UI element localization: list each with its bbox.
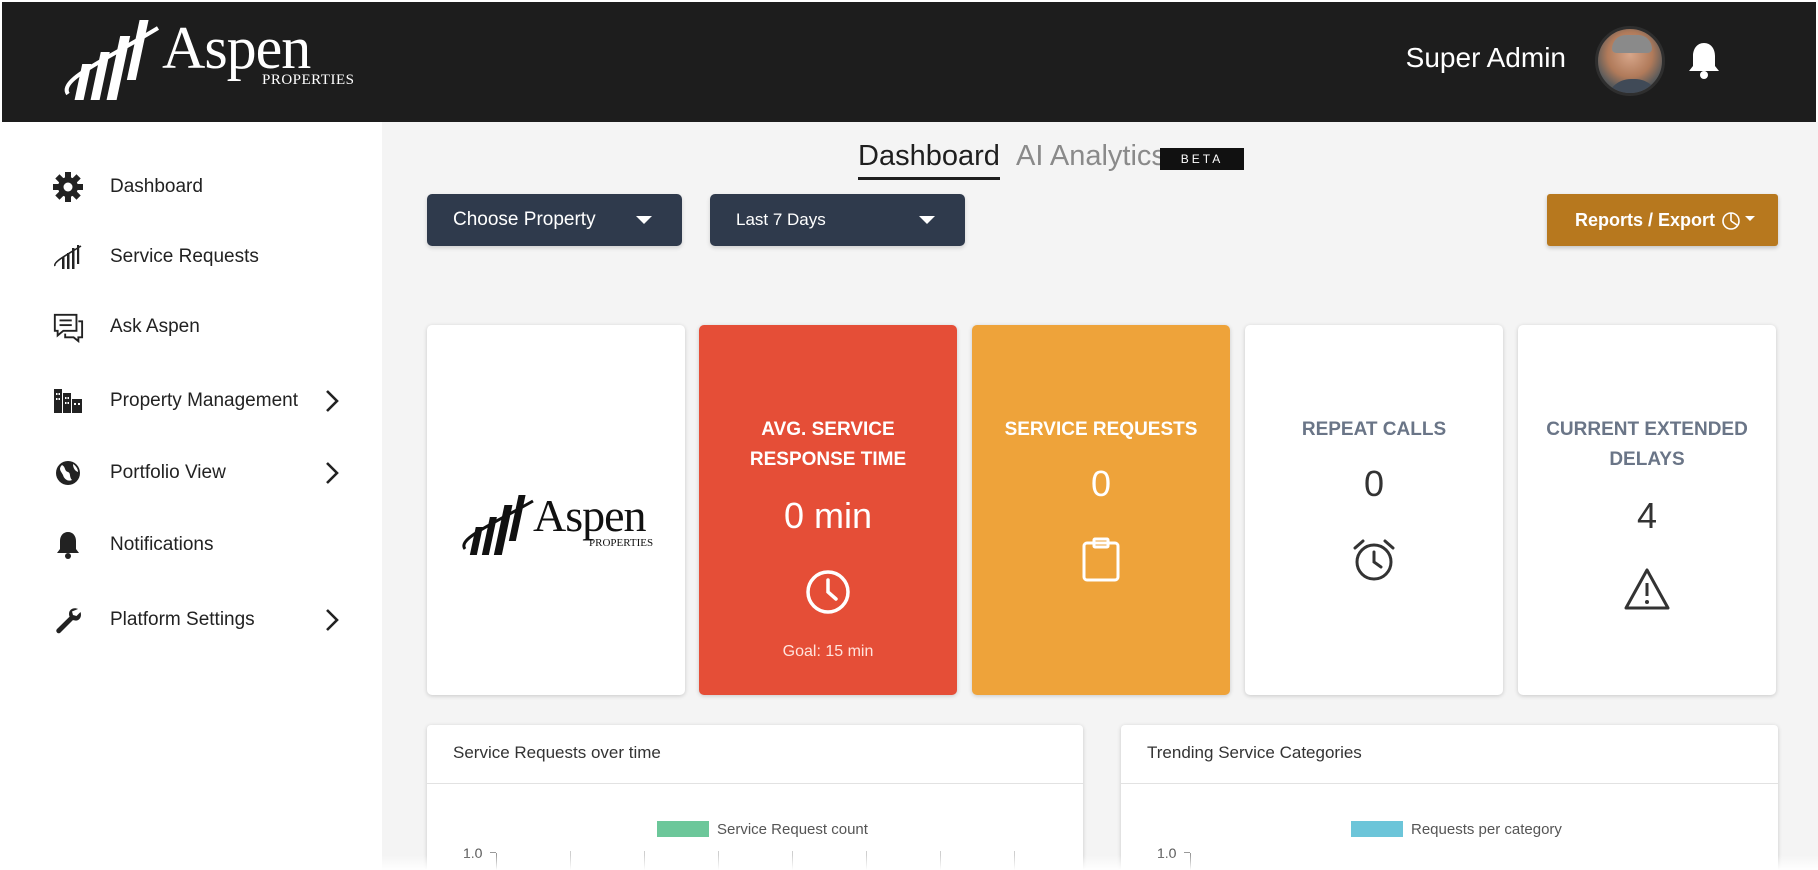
service-requests-over-time-panel: Service Requests over time Service Reque…	[427, 725, 1083, 870]
card-aspen-logo: Aspen PROPERTIES	[461, 493, 661, 557]
period-select[interactable]: Last 7 Days	[710, 194, 965, 246]
sidebar-item-label: Portfolio View	[110, 462, 226, 483]
reports-export-label: Reports / Export	[1575, 209, 1716, 230]
trending-service-categories-panel: Trending Service Categories Requests per…	[1121, 725, 1778, 870]
beta-badge: BETA	[1160, 148, 1244, 170]
clipboard-icon	[1082, 537, 1120, 582]
sidebar-item-notifications[interactable]: Notifications	[0, 520, 382, 570]
avatar-hair	[1612, 35, 1652, 53]
card-title: SERVICE REQUESTS	[1004, 419, 1198, 440]
legend-label: Service Request count	[717, 820, 868, 838]
aspen-logo[interactable]: Aspen PROPERTIES	[62, 15, 354, 106]
aspen-logo-mark-icon	[64, 20, 160, 100]
top-bar: Aspen PROPERTIES Super Admin	[2, 2, 1816, 122]
service-requests-card[interactable]: SERVICE REQUESTS 0	[972, 325, 1230, 695]
avatar-shirt	[1606, 79, 1660, 93]
card-title-line: DELAYS	[1609, 449, 1685, 470]
card-value: 4	[1636, 495, 1658, 536]
gear-icon	[52, 171, 84, 203]
property-select-value: Choose Property	[453, 209, 596, 230]
sidebar-item-label: Ask Aspen	[110, 316, 200, 337]
card-logo-text: Aspen	[533, 490, 647, 541]
property-select[interactable]: Choose Property	[427, 194, 682, 246]
legend-swatch	[1351, 821, 1403, 837]
sidebar-item-label: Property Management	[110, 390, 298, 411]
card-value: 0	[1363, 463, 1385, 504]
aspen-mark-icon	[52, 241, 84, 273]
card-value: 0	[1090, 463, 1112, 504]
card-logo-subtext: PROPERTIES	[589, 537, 654, 549]
wrench-icon	[52, 604, 84, 636]
pie-chart-icon	[1722, 212, 1740, 230]
card-title-line: CURRENT EXTENDED	[1546, 419, 1748, 440]
chart-legend[interactable]: Requests per category	[1351, 820, 1562, 838]
chat-icon	[52, 311, 84, 343]
legend-swatch	[657, 821, 709, 837]
card-title: REPEAT CALLS	[1301, 419, 1447, 440]
panel-title: Service Requests over time	[453, 743, 661, 762]
legend-label: Requests per category	[1411, 820, 1562, 838]
bell-icon[interactable]	[1687, 40, 1721, 80]
sidebar-item-label: Platform Settings	[110, 609, 255, 630]
sidebar-item-label: Notifications	[110, 534, 214, 555]
chevron-right-icon	[320, 386, 344, 416]
card-title-line: AVG. SERVICE	[761, 419, 895, 440]
caret-down-icon	[1745, 216, 1755, 221]
tab-dashboard[interactable]: Dashboard	[858, 140, 1000, 180]
sidebar-item-ask-aspen[interactable]: Ask Aspen	[0, 302, 382, 352]
alarm-clock-icon	[1353, 539, 1395, 581]
repeat-calls-card[interactable]: REPEAT CALLS 0	[1245, 325, 1503, 695]
buildings-icon	[52, 385, 84, 417]
globe-icon	[52, 457, 84, 489]
tab-ai-analytics[interactable]: AI Analytics	[1016, 140, 1166, 173]
sidebar-item-portfolio-view[interactable]: Portfolio View	[0, 448, 382, 498]
sidebar-item-label: Dashboard	[110, 176, 203, 197]
sidebar: Dashboard Service Requests Ask Aspen Pro…	[0, 122, 382, 870]
sidebar-item-property-management[interactable]: Property Management	[0, 376, 382, 426]
caret-down-icon	[919, 216, 935, 224]
logo-text: Aspen	[162, 15, 311, 81]
clock-icon	[806, 570, 850, 614]
logo-subtext: PROPERTIES	[262, 72, 355, 88]
chevron-right-icon	[320, 605, 344, 635]
panel-title: Trending Service Categories	[1147, 743, 1362, 762]
app-frame: Aspen PROPERTIES Super Admin Dashboard S…	[0, 0, 1818, 870]
aspen-logo-mark-icon	[462, 495, 534, 555]
sidebar-item-dashboard[interactable]: Dashboard	[0, 162, 382, 212]
user-name[interactable]: Super Admin	[1406, 42, 1566, 74]
panel-divider	[1121, 783, 1778, 784]
sidebar-item-service-requests[interactable]: Service Requests	[0, 232, 382, 282]
avg-response-card[interactable]: AVG. SERVICE RESPONSE TIME 0 min Goal: 1…	[699, 325, 957, 695]
avatar[interactable]	[1595, 26, 1665, 96]
sidebar-item-label: Service Requests	[110, 246, 259, 267]
main-content: Dashboard AI Analytics BETA Choose Prope…	[382, 122, 1818, 870]
warning-icon	[1624, 568, 1670, 610]
period-select-value: Last 7 Days	[736, 210, 826, 229]
logo-card: Aspen PROPERTIES	[427, 325, 685, 695]
card-title: CURRENT EXTENDED DELAYS	[1518, 415, 1776, 475]
bottom-fade	[0, 855, 1818, 870]
reports-export-button[interactable]: Reports / Export	[1547, 194, 1778, 246]
bell-icon	[52, 529, 84, 561]
caret-down-icon	[636, 216, 652, 224]
card-title-line: RESPONSE TIME	[749, 449, 907, 470]
chevron-right-icon	[320, 458, 344, 488]
card-title: AVG. SERVICE RESPONSE TIME	[699, 415, 957, 475]
extended-delays-card[interactable]: CURRENT EXTENDED DELAYS 4	[1518, 325, 1776, 695]
card-goal: Goal: 15 min	[782, 643, 874, 660]
panel-divider	[427, 783, 1083, 784]
card-value: 0 min	[783, 495, 873, 536]
chart-legend[interactable]: Service Request count	[657, 820, 868, 838]
sidebar-item-platform-settings[interactable]: Platform Settings	[0, 595, 382, 645]
